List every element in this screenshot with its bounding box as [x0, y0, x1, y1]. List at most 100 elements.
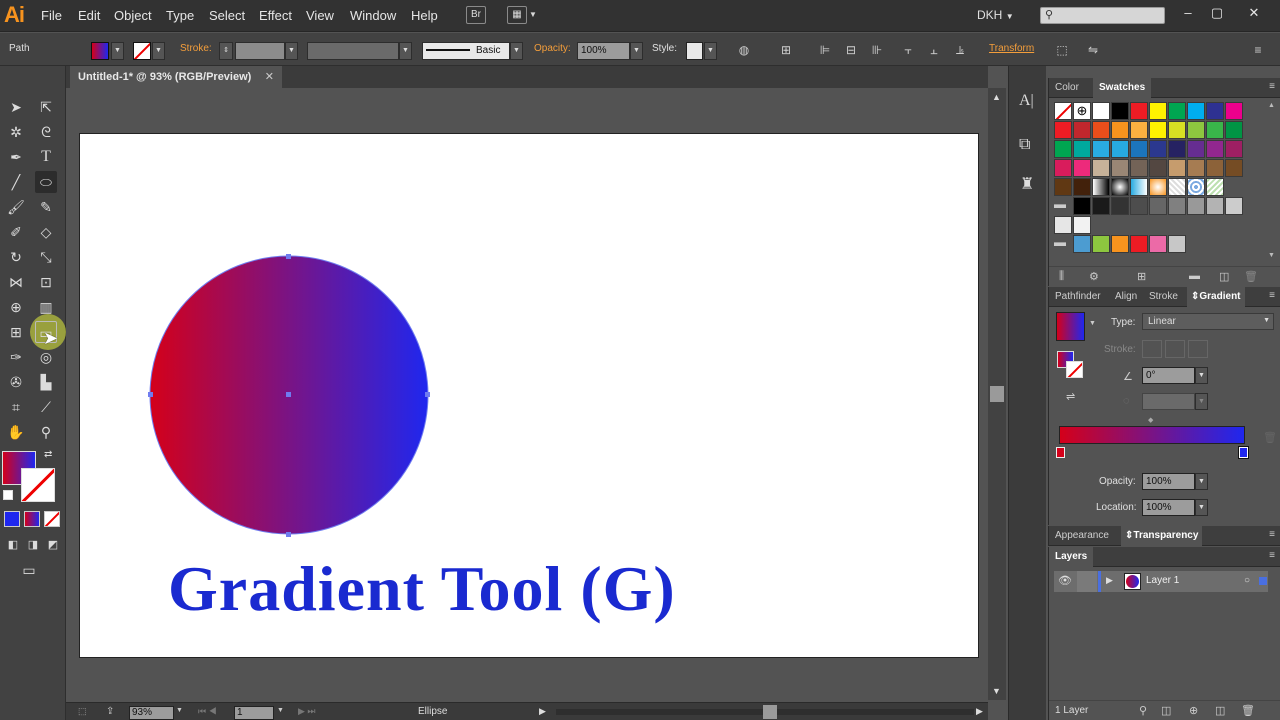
expand-arrow-icon[interactable]: ▶ [1106, 575, 1113, 586]
panel-menu-icon[interactable]: ≡ [1269, 290, 1275, 301]
swatch-color[interactable] [1092, 235, 1110, 253]
panel-menu-icon[interactable]: ≡ [1269, 81, 1275, 92]
first-artboard-icon[interactable]: ⏮ ◀ [198, 706, 217, 717]
swatch-color[interactable] [1054, 216, 1072, 234]
tab-layers[interactable]: Layers [1049, 547, 1094, 567]
arrange-documents-button[interactable]: ▦ [507, 6, 527, 24]
swatch-color[interactable] [1073, 159, 1091, 177]
bridge-button[interactable]: Br [466, 6, 486, 24]
swatch-pattern[interactable] [1187, 178, 1205, 196]
blend-tool-icon[interactable]: ◎ [35, 346, 57, 368]
none-mode-button[interactable] [44, 511, 60, 527]
fill-swatch[interactable] [91, 42, 109, 60]
delete-layer-icon[interactable]: 🗑 [1241, 704, 1255, 717]
swatch-color[interactable] [1111, 235, 1129, 253]
h-scroll-thumb[interactable] [763, 705, 777, 719]
menu-effect[interactable]: Effect [259, 8, 292, 23]
swatch-none[interactable] [1054, 102, 1072, 120]
swatch-color[interactable] [1073, 178, 1091, 196]
stroke-color-box[interactable] [21, 468, 55, 502]
swatch-color[interactable] [1168, 102, 1186, 120]
swatch-color[interactable] [1225, 121, 1243, 139]
chevron-down-icon[interactable]: ▼ [152, 42, 165, 60]
chevron-down-icon[interactable]: ▼ [111, 42, 124, 60]
swatch-color[interactable] [1130, 197, 1148, 215]
swatch-color[interactable] [1092, 197, 1110, 215]
opacity-field[interactable]: 100% [577, 42, 630, 60]
recolor-artwork-icon[interactable]: ◍ [736, 42, 752, 58]
transform-link[interactable]: Transform [989, 43, 1034, 54]
swatch-options-icon[interactable]: ⊞ [1137, 270, 1146, 283]
swatch-color[interactable] [1168, 197, 1186, 215]
blob-brush-tool-icon[interactable]: ✐ [5, 221, 27, 243]
swatch-color[interactable] [1111, 102, 1129, 120]
width-tool-icon[interactable]: ⋈ [5, 271, 27, 293]
swatch-color[interactable] [1073, 197, 1091, 215]
isolate-icon[interactable]: ⬚ [1054, 42, 1070, 58]
slice-tool-icon[interactable]: ⟋ [35, 396, 57, 418]
zoom-field[interactable]: 93% [129, 706, 174, 720]
swatch-color[interactable] [1092, 121, 1110, 139]
align-middle-icon[interactable]: ⫠ [926, 42, 942, 58]
new-swatch-icon[interactable]: ◫ [1219, 270, 1229, 283]
swatch-gradient[interactable] [1149, 178, 1167, 196]
type-tool-icon[interactable]: T [35, 146, 57, 168]
swatch-color[interactable] [1206, 197, 1224, 215]
chevron-down-icon[interactable]: ▼ [277, 707, 284, 714]
lasso-tool-icon[interactable]: ᘓ [35, 121, 57, 143]
shape-builder-tool-icon[interactable]: ⊕ [5, 296, 27, 318]
gradient-stop-start[interactable] [1056, 447, 1065, 458]
swatch-color[interactable] [1092, 140, 1110, 158]
pencil-tool-icon[interactable]: ✎ [35, 196, 57, 218]
layer-row[interactable]: 👁 ▶ Layer 1 ○ [1054, 571, 1268, 592]
gradient-slider-bar[interactable] [1059, 426, 1245, 444]
document-tab[interactable]: Untitled-1* @ 93% (RGB/Preview) ✕ [70, 66, 282, 88]
opacity-label[interactable]: Opacity: [534, 43, 571, 54]
swatch-color[interactable] [1206, 102, 1224, 120]
maximize-button[interactable]: ▢ [1207, 3, 1227, 23]
midpoint-diamond[interactable]: ◆ [1148, 416, 1153, 424]
align-bottom-icon[interactable]: ⫡ [952, 42, 968, 58]
artboard-tool-icon[interactable]: ⌗ [5, 396, 27, 418]
swatch-color[interactable] [1054, 159, 1072, 177]
puppet-icon[interactable]: ♜ [1020, 174, 1034, 194]
draw-normal-icon[interactable]: ◧ [2, 534, 24, 556]
swatch-color[interactable] [1111, 121, 1129, 139]
menu-type[interactable]: Type [166, 8, 194, 23]
chevron-down-icon[interactable]: ▼ [510, 42, 523, 60]
chevron-down-icon[interactable]: ▼ [285, 42, 298, 60]
stroke-stepper[interactable]: ⇕ [219, 42, 233, 60]
selection-indicator[interactable] [1259, 577, 1267, 585]
swatch-color[interactable] [1187, 121, 1205, 139]
aspect-ratio-field[interactable] [1142, 393, 1195, 410]
share-icon[interactable]: ⇪ [106, 706, 114, 717]
rotate-tool-icon[interactable]: ↻ [5, 246, 27, 268]
transform-panel-icon[interactable]: ⧉ [1019, 136, 1030, 154]
swatch-color[interactable] [1073, 140, 1091, 158]
new-layer-icon[interactable]: ◫ [1215, 704, 1225, 717]
menu-view[interactable]: View [306, 8, 334, 23]
variable-width-field[interactable] [307, 42, 399, 60]
layer-name[interactable]: Layer 1 [1146, 575, 1179, 586]
hand-tool-icon[interactable]: ✋ [5, 421, 27, 443]
gradient-thumbnail[interactable] [1056, 312, 1085, 341]
tab-appearance[interactable]: Appearance [1055, 530, 1109, 541]
draw-behind-icon[interactable]: ◨ [22, 534, 44, 556]
vertical-scrollbar[interactable]: ▲ ▼ [988, 88, 1006, 700]
swatch-color[interactable] [1149, 159, 1167, 177]
align-top-icon[interactable]: ⫟ [900, 42, 916, 58]
chevron-down-icon[interactable]: ▼ [1089, 320, 1096, 327]
workspace-switcher[interactable]: DKH ▼ [977, 8, 1014, 22]
selection-tool-icon[interactable]: ➤ [5, 96, 27, 118]
swatch-color[interactable] [1168, 121, 1186, 139]
swatch-color[interactable] [1073, 235, 1091, 253]
swatch-color[interactable] [1206, 121, 1224, 139]
swatch-color[interactable] [1092, 102, 1110, 120]
scale-tool-icon[interactable]: ⤡ [35, 246, 57, 268]
search-input[interactable]: ⚲ [1040, 7, 1165, 24]
scroll-thumb[interactable] [990, 386, 1004, 402]
tab-stroke[interactable]: Stroke [1149, 291, 1178, 302]
graphic-style-swatch[interactable] [686, 42, 703, 60]
swatch-color[interactable] [1054, 140, 1072, 158]
swatch-color[interactable] [1092, 159, 1110, 177]
